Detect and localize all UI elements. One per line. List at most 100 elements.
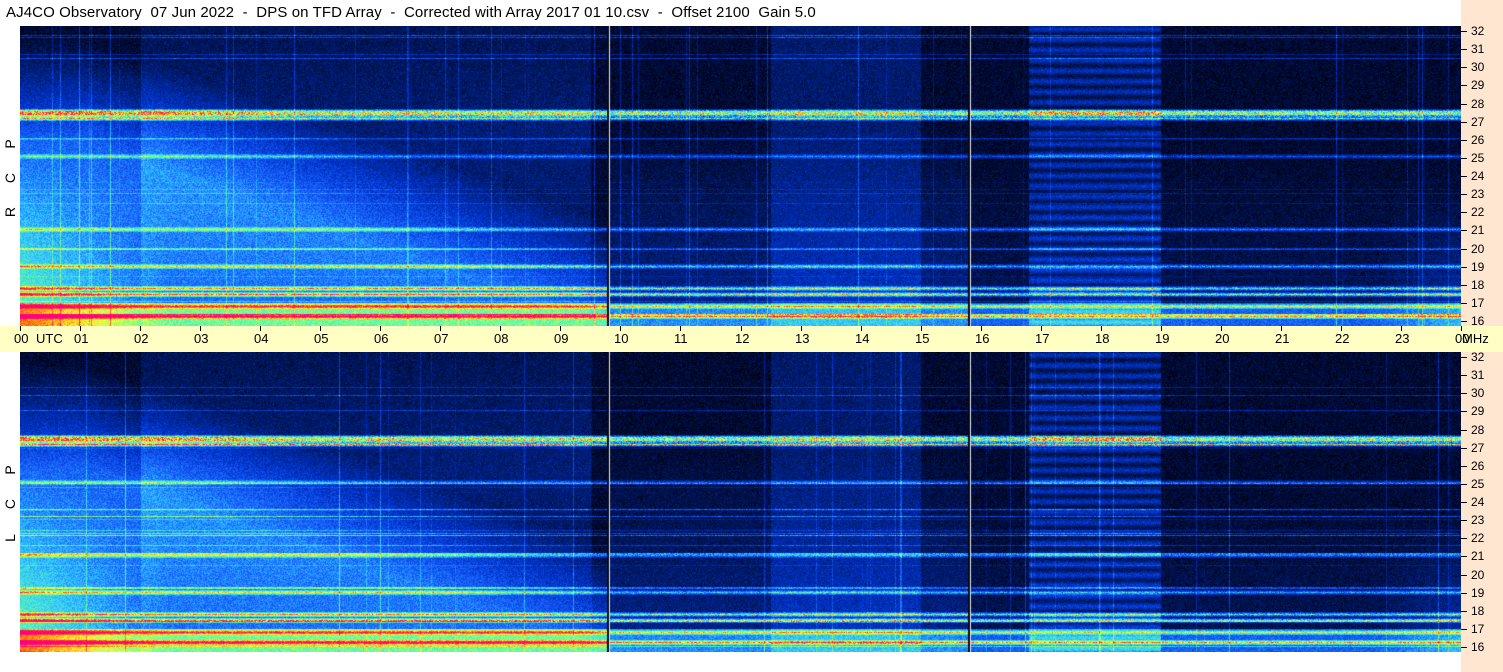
time-label: 03 <box>194 331 209 346</box>
lcp-freq-label: 19 <box>1471 586 1485 600</box>
rcp-freq-label: 19 <box>1471 260 1485 274</box>
rcp-freq-tick <box>1461 285 1467 286</box>
time-label: 21 <box>1275 331 1290 346</box>
time-label: 05 <box>314 331 329 346</box>
lcp-freq-label: 18 <box>1471 604 1485 618</box>
lcp-freq-tick <box>1461 393 1467 394</box>
rcp-letter-r: R <box>2 206 18 218</box>
lcp-freq-label: 24 <box>1471 495 1485 509</box>
chart-title: AJ4CO Observatory 07 Jun 2022 - DPS on T… <box>6 4 816 21</box>
lcp-freq-label: 22 <box>1471 531 1485 545</box>
lcp-freq-tick <box>1461 357 1467 358</box>
rcp-freq-label: 29 <box>1471 78 1485 92</box>
rcp-letter-p: P <box>2 139 18 149</box>
time-label: 16 <box>975 331 990 346</box>
rcp-freq-tick <box>1461 122 1467 123</box>
time-label: 14 <box>855 331 870 346</box>
rcp-freq-label: 21 <box>1471 223 1485 237</box>
lcp-freq-tick <box>1461 611 1467 612</box>
rcp-freq-tick <box>1461 194 1467 195</box>
lcp-freq-label: 21 <box>1471 549 1485 563</box>
lcp-heatmap-canvas <box>20 352 1461 652</box>
lcp-letter-c: C <box>2 498 18 510</box>
lcp-letter-l: L <box>2 534 18 542</box>
lcp-freq-label: 26 <box>1471 459 1485 473</box>
time-label: 08 <box>494 331 509 346</box>
rcp-freq-label: 31 <box>1471 42 1485 56</box>
time-label: 10 <box>614 331 629 346</box>
time-label: 04 <box>254 331 269 346</box>
rcp-freq-tick <box>1461 230 1467 231</box>
freq-axis-top-pad <box>1461 0 1503 26</box>
time-axis: 00 UTC 01 02 03 04 05 06 07 08 09 10 11 12 13 14 15 16 17 1… <box>0 326 1503 352</box>
rcp-freq-label: 26 <box>1471 133 1485 147</box>
time-label: 06 <box>374 331 389 346</box>
time-label: 07 <box>434 331 449 346</box>
rcp-freq-label: 20 <box>1471 242 1485 256</box>
time-label: 18 <box>1095 331 1110 346</box>
rcp-freq-tick <box>1461 267 1467 268</box>
rcp-label-bar: R C P <box>0 26 20 326</box>
freq-axis-lcp: 32 31 30 29 28 27 26 25 24 23 22 21 20 19 18 17 16 <box>1461 350 1503 653</box>
lcp-freq-tick <box>1461 629 1467 630</box>
time-label: 15 <box>915 331 930 346</box>
rcp-letter-c: C <box>2 172 18 184</box>
time-label: 13 <box>795 331 810 346</box>
rcp-freq-label: 24 <box>1471 169 1485 183</box>
rcp-spectrogram <box>20 26 1461 326</box>
time-label: 02 <box>134 331 149 346</box>
lcp-letter-p: P <box>2 465 18 475</box>
lcp-freq-tick <box>1461 575 1467 576</box>
lcp-freq-label: 17 <box>1471 622 1485 636</box>
lcp-freq-label: 29 <box>1471 404 1485 418</box>
rcp-freq-label: 18 <box>1471 278 1485 292</box>
lcp-freq-tick <box>1461 430 1467 431</box>
lcp-freq-label: 25 <box>1471 477 1485 491</box>
lcp-freq-tick <box>1461 375 1467 376</box>
rcp-freq-tick <box>1461 303 1467 304</box>
rcp-freq-label: 22 <box>1471 205 1485 219</box>
rcp-freq-tick <box>1461 31 1467 32</box>
lcp-freq-label: 30 <box>1471 386 1485 400</box>
lcp-label-bar: L C P <box>0 352 20 652</box>
title-bar: AJ4CO Observatory 07 Jun 2022 - DPS on T… <box>0 0 1460 26</box>
lcp-freq-label: 27 <box>1471 441 1485 455</box>
rcp-freq-tick <box>1461 104 1467 105</box>
time-label: UTC <box>36 331 63 346</box>
rcp-freq-tick <box>1461 321 1467 322</box>
lcp-freq-label: 28 <box>1471 423 1485 437</box>
lcp-freq-tick <box>1461 538 1467 539</box>
time-label: 09 <box>554 331 569 346</box>
rcp-freq-label: 23 <box>1471 187 1485 201</box>
rcp-freq-label: 25 <box>1471 151 1485 165</box>
lcp-freq-tick <box>1461 502 1467 503</box>
rcp-freq-label: 17 <box>1471 296 1485 310</box>
time-label: 20 <box>1215 331 1230 346</box>
lcp-freq-tick <box>1461 466 1467 467</box>
lcp-spectrogram <box>20 352 1461 652</box>
time-label: 23 <box>1395 331 1410 346</box>
time-label: 17 <box>1035 331 1050 346</box>
lcp-freq-label: 31 <box>1471 368 1485 382</box>
rcp-freq-tick <box>1461 212 1467 213</box>
lcp-freq-tick <box>1461 520 1467 521</box>
lcp-freq-tick <box>1461 593 1467 594</box>
lcp-freq-tick <box>1461 411 1467 412</box>
lcp-freq-label: 23 <box>1471 513 1485 527</box>
time-label: 11 <box>674 331 688 346</box>
lcp-freq-tick <box>1461 484 1467 485</box>
time-label: 22 <box>1335 331 1350 346</box>
rcp-freq-tick <box>1461 158 1467 159</box>
lcp-freq-tick <box>1461 647 1467 648</box>
rcp-freq-tick <box>1461 49 1467 50</box>
rcp-freq-label: 28 <box>1471 97 1485 111</box>
rcp-freq-tick <box>1461 176 1467 177</box>
rcp-freq-label: 32 <box>1471 24 1485 38</box>
lcp-freq-label: 20 <box>1471 568 1485 582</box>
time-label: MHz <box>1462 331 1489 346</box>
time-label: 12 <box>735 331 750 346</box>
lcp-freq-label: 32 <box>1471 350 1485 364</box>
rcp-freq-tick <box>1461 85 1467 86</box>
freq-axis-bottom-pad <box>1461 652 1503 672</box>
lcp-freq-tick <box>1461 556 1467 557</box>
